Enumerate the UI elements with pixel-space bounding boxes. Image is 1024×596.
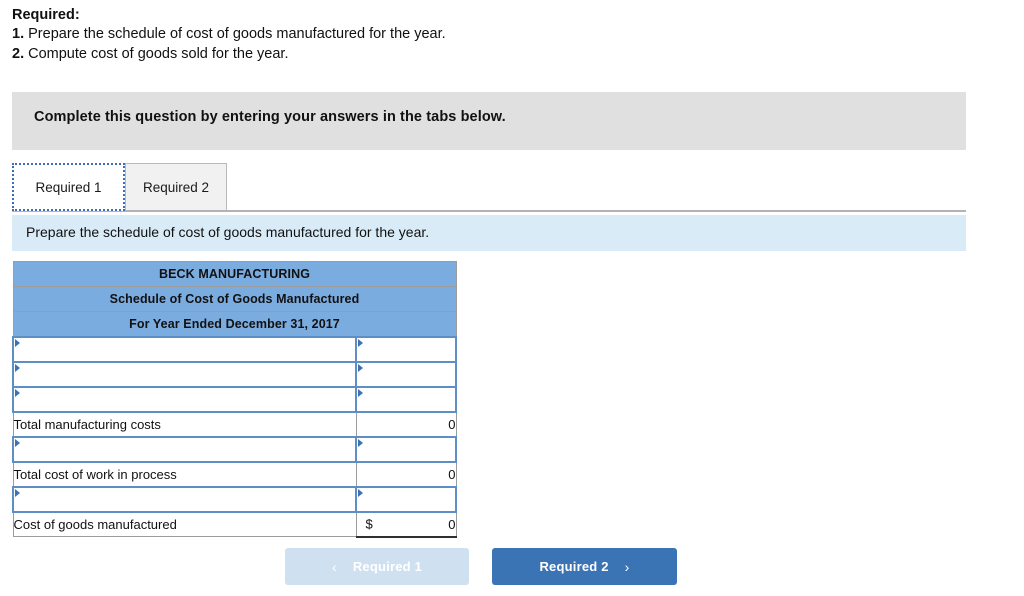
chevron-left-icon: ‹: [331, 558, 337, 575]
account-dropdown-5[interactable]: [12, 485, 357, 513]
table-row: [12, 435, 458, 463]
chevron-right-icon: [15, 338, 20, 347]
total-cost-of-work-in-process-label: Total cost of work in process: [12, 461, 357, 487]
required-item-2-text: Compute cost of goods sold for the year.: [28, 45, 289, 62]
account-dropdown-3[interactable]: [12, 385, 357, 413]
tab-required-1-label: Required 1: [35, 179, 102, 195]
cost-of-goods-manufactured-label: Cost of goods manufactured: [12, 511, 357, 537]
required-item-1-text: Prepare the schedule of cost of goods ma…: [28, 26, 446, 42]
navigation-buttons: ‹ Required 1 Required 2 ›: [0, 548, 1024, 586]
chevron-right-icon: [15, 388, 20, 397]
cost-of-goods-manufactured-amount: 0: [448, 516, 456, 532]
next-required-2-button[interactable]: Required 2 ›: [492, 548, 677, 585]
tab-required-2-label: Required 2: [142, 179, 210, 195]
previous-required-1-button[interactable]: ‹ Required 1: [285, 548, 469, 585]
currency-symbol: $: [365, 516, 373, 532]
chevron-right-icon: [15, 438, 20, 447]
chevron-right-icon: [15, 363, 20, 372]
tab-strip: Required 1 Required 2: [12, 163, 966, 213]
total-cost-of-work-in-process-value: 0: [355, 460, 457, 487]
table-statement-name: Schedule of Cost of Goods Manufactured: [12, 286, 457, 312]
complete-question-banner: Complete this question by entering your …: [12, 92, 966, 150]
amount-input-5[interactable]: [354, 485, 458, 513]
cost-of-goods-manufactured-value: $ 0: [355, 510, 457, 538]
previous-button-label: Required 1: [352, 559, 423, 574]
required-heading: Required:: [12, 7, 80, 23]
complete-question-text: Complete this question by entering your …: [34, 109, 506, 125]
table-row: [12, 360, 458, 388]
table-period: For Year Ended December 31, 2017: [12, 311, 457, 337]
required-item-1-number: 1.: [12, 26, 25, 42]
tab-required-2[interactable]: Required 2: [125, 163, 227, 211]
chevron-right-icon: [15, 488, 20, 497]
required-item-1: 1. Prepare the schedule of cost of goods…: [12, 25, 972, 45]
table-title-row-2: Schedule of Cost of Goods Manufactured: [12, 286, 457, 312]
required-item-2-number: 2.: [12, 45, 25, 62]
sub-instruction-bar: Prepare the schedule of cost of goods ma…: [12, 215, 966, 251]
table-title-row-1: BECK MANUFACTURING: [12, 261, 457, 287]
table-row-total-cost-of-work-in-process: Total cost of work in process 0: [12, 460, 457, 487]
account-dropdown-1[interactable]: [12, 335, 357, 363]
tab-required-1[interactable]: Required 1: [12, 163, 125, 211]
chevron-right-icon: ›: [624, 558, 630, 575]
table-row-total-manufacturing-costs: Total manufacturing costs 0: [12, 410, 457, 437]
table-row: [12, 335, 458, 363]
table-company-name: BECK MANUFACTURING: [12, 261, 457, 287]
table-row-cost-of-goods-manufactured: Cost of goods manufactured $ 0: [12, 510, 457, 538]
amount-input-4[interactable]: [354, 435, 458, 463]
required-item-2: 2. Compute cost of goods sold for the ye…: [12, 45, 972, 65]
chevron-right-icon: [358, 488, 363, 497]
total-manufacturing-costs-value: 0: [355, 410, 457, 437]
account-dropdown-4[interactable]: [12, 435, 357, 463]
chevron-right-icon: [358, 338, 363, 347]
amount-input-3[interactable]: [354, 385, 458, 413]
table-row: [12, 385, 458, 413]
account-dropdown-2[interactable]: [12, 360, 357, 388]
amount-input-1[interactable]: [354, 335, 458, 363]
chevron-right-icon: [358, 438, 363, 447]
amount-input-2[interactable]: [354, 360, 458, 388]
table-row: [12, 485, 458, 513]
sub-instruction-text: Prepare the schedule of cost of goods ma…: [26, 224, 430, 240]
required-instructions: Required: 1. Prepare the schedule of cos…: [12, 6, 972, 64]
table-title-row-3: For Year Ended December 31, 2017: [12, 311, 457, 337]
cost-of-goods-manufactured-table: BECK MANUFACTURING Schedule of Cost of G…: [12, 261, 458, 538]
next-button-label: Required 2: [539, 559, 609, 574]
chevron-right-icon: [358, 388, 363, 397]
total-manufacturing-costs-label: Total manufacturing costs: [12, 411, 357, 437]
chevron-right-icon: [358, 363, 363, 372]
